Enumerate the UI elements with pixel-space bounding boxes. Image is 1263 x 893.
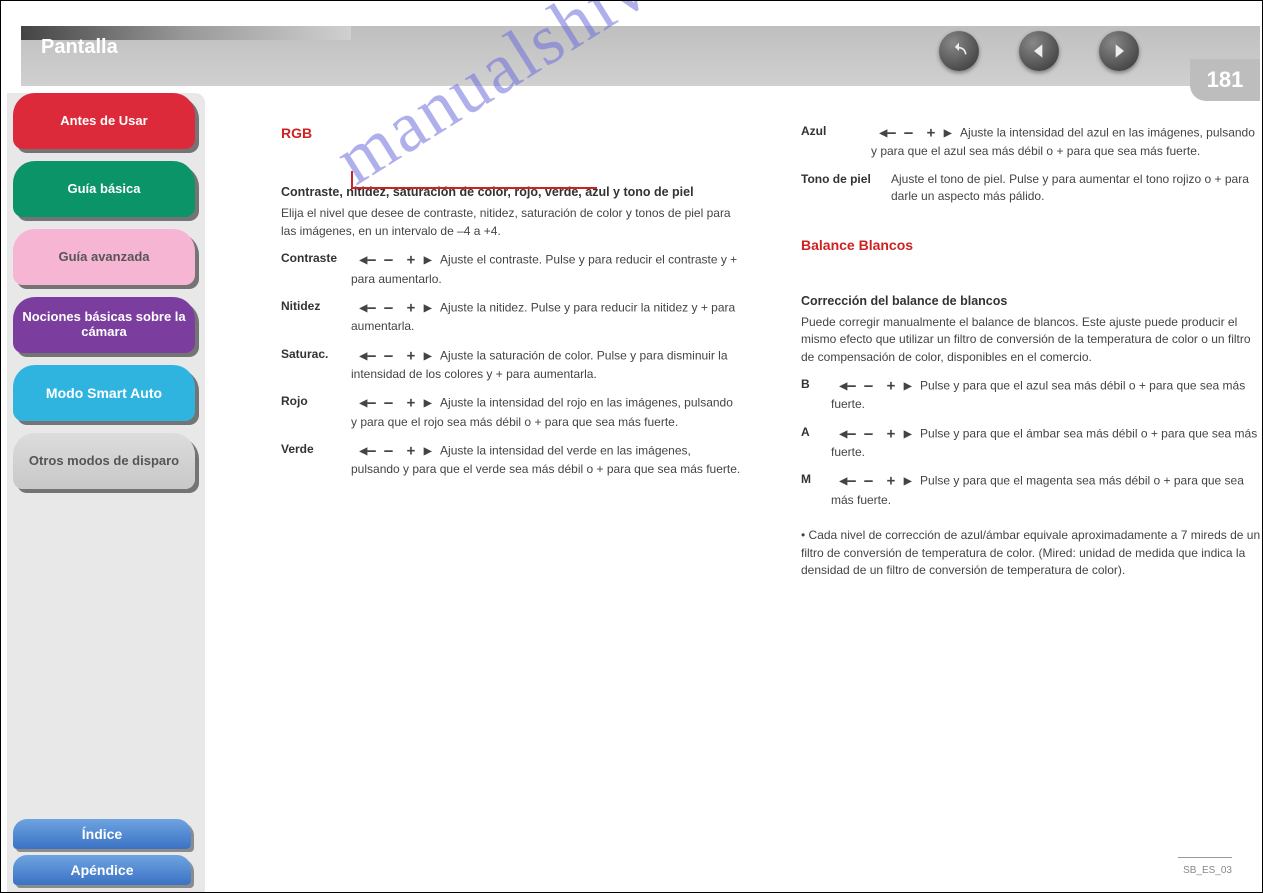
- desc-b: –+Pulse y para que el azul sea más débil…: [831, 376, 1261, 414]
- undo-icon: [949, 41, 969, 61]
- plus-icon: +: [887, 471, 912, 491]
- desc-azul: –+Ajuste la intensidad del azul en las i…: [871, 123, 1261, 161]
- plus-icon: +: [407, 441, 432, 461]
- sidebar-tab-smart-auto[interactable]: Modo Smart Auto: [13, 365, 195, 421]
- plus-icon: +: [407, 393, 432, 413]
- heading-underline: [351, 171, 597, 189]
- row-contraste: Contraste –+Ajuste el contraste. Pulse y…: [281, 250, 741, 288]
- triangle-right-icon: [1109, 41, 1129, 61]
- page: Pantalla 181 Antes de Usar Guía básica G…: [0, 0, 1263, 893]
- desc-nitidez: –+Ajuste la nitidez. Pulse y para reduci…: [351, 298, 741, 336]
- item-text: Ajuste el tono de piel. Pulse y para aum…: [891, 172, 1249, 203]
- plus-icon: +: [887, 376, 912, 396]
- plus-icon: +: [887, 424, 912, 444]
- section-heading-rgb: RGB: [281, 123, 741, 143]
- sidebar-tab-label: Nociones básicas sobre la cámara: [19, 310, 189, 340]
- minus-icon: –: [359, 346, 393, 366]
- row-rojo: Rojo –+Ajuste la intensidad del rojo en …: [281, 393, 741, 431]
- triangle-left-icon: [1029, 41, 1049, 61]
- label-saturac: Saturac.: [281, 346, 351, 363]
- plus-icon: +: [407, 298, 432, 318]
- content-area: RGB Contraste, nitidez, saturación de co…: [211, 93, 1252, 882]
- section-heading-wb: Balance Blancos: [801, 235, 1261, 255]
- row-saturac: Saturac. –+Ajuste la saturación de color…: [281, 346, 741, 384]
- label-azul: Azul: [801, 123, 871, 140]
- row-b: B –+Pulse y para que el azul sea más déb…: [801, 376, 1261, 414]
- row-nitidez: Nitidez –+Ajuste la nitidez. Pulse y par…: [281, 298, 741, 336]
- label-nitidez: Nitidez: [281, 298, 351, 315]
- right-column: Azul –+Ajuste la intensidad del azul en …: [801, 113, 1261, 583]
- minus-icon: –: [359, 298, 393, 318]
- next-button[interactable]: [1099, 31, 1139, 71]
- minus-icon: –: [359, 250, 393, 270]
- footer-text: SB_ES_03: [1183, 865, 1232, 876]
- footer-divider: [1178, 857, 1232, 858]
- sidebar-tab-label: Guía básica: [68, 182, 141, 197]
- desc-saturac: –+Ajuste la saturación de color. Pulse y…: [351, 346, 741, 384]
- sidebar-bottom-index[interactable]: Índice: [13, 819, 191, 849]
- topbar-title: Pantalla: [41, 36, 118, 59]
- right-intro-bold: Corrección del balance de blancos: [801, 292, 1261, 310]
- row-azul: Azul –+Ajuste la intensidad del azul en …: [801, 123, 1261, 161]
- sidebar-tab-advanced-guide[interactable]: Guía avanzada: [13, 229, 195, 285]
- label-m: M: [801, 471, 831, 488]
- label-verde: Verde: [281, 441, 351, 458]
- label-rojo: Rojo: [281, 393, 351, 410]
- prev-button[interactable]: [1019, 31, 1059, 71]
- plus-icon: +: [927, 123, 952, 143]
- back-button[interactable]: [939, 31, 979, 71]
- row-tono-piel: Tono de piel Ajuste el tono de piel. Pul…: [801, 171, 1261, 206]
- wb-note: • Cada nivel de corrección de azul/ámbar…: [801, 527, 1261, 579]
- row-verde: Verde –+Ajuste la intensidad del verde e…: [281, 441, 741, 479]
- sidebar-bottom-appendix[interactable]: Apéndice: [13, 855, 191, 885]
- minus-icon: –: [839, 424, 873, 444]
- sidebar-tab-label: Antes de Usar: [60, 114, 147, 129]
- minus-icon: –: [839, 376, 873, 396]
- plus-icon: +: [407, 250, 432, 270]
- desc-m: –+Pulse y para que el magenta sea más dé…: [831, 471, 1261, 509]
- desc-tono-piel: Ajuste el tono de piel. Pulse y para aum…: [891, 171, 1261, 206]
- minus-icon: –: [359, 441, 393, 461]
- sidebar-tab-camera-basics[interactable]: Nociones básicas sobre la cámara: [13, 297, 195, 353]
- desc-contraste: –+Ajuste el contraste. Pulse y para redu…: [351, 250, 741, 288]
- desc-rojo: –+Ajuste la intensidad del rojo en las i…: [351, 393, 741, 431]
- sidebar-tab-other-modes[interactable]: Otros modos de disparo: [13, 433, 195, 489]
- sidebar-tab-label: Modo Smart Auto: [46, 385, 162, 401]
- label-tono-piel: Tono de piel: [801, 171, 891, 188]
- right-intro: Puede corregir manualmente el balance de…: [801, 314, 1261, 366]
- left-column: RGB Contraste, nitidez, saturación de co…: [281, 123, 741, 489]
- row-m: M –+Pulse y para que el magenta sea más …: [801, 471, 1261, 509]
- sidebar-tab-basic-guide[interactable]: Guía básica: [13, 161, 195, 217]
- label-b: B: [801, 376, 831, 393]
- minus-icon: –: [879, 123, 913, 143]
- label-contraste: Contraste: [281, 250, 351, 267]
- desc-verde: –+Ajuste la intensidad del verde en las …: [351, 441, 741, 479]
- left-intro: Elija el nivel que desee de contraste, n…: [281, 205, 741, 240]
- sidebar-tab-label: Otros modos de disparo: [29, 454, 179, 469]
- desc-a: –+Pulse y para que el ámbar sea más débi…: [831, 424, 1261, 462]
- label-a: A: [801, 424, 831, 441]
- sidebar-tab-label: Guía avanzada: [58, 250, 149, 265]
- plus-icon: +: [407, 346, 432, 366]
- minus-icon: –: [839, 471, 873, 491]
- sidebar-bottom-label: Índice: [82, 826, 122, 842]
- sidebar-bottom-label: Apéndice: [70, 862, 133, 878]
- sidebar-tab-before-use[interactable]: Antes de Usar: [13, 93, 195, 149]
- row-a: A –+Pulse y para que el ámbar sea más dé…: [801, 424, 1261, 462]
- minus-icon: –: [359, 393, 393, 413]
